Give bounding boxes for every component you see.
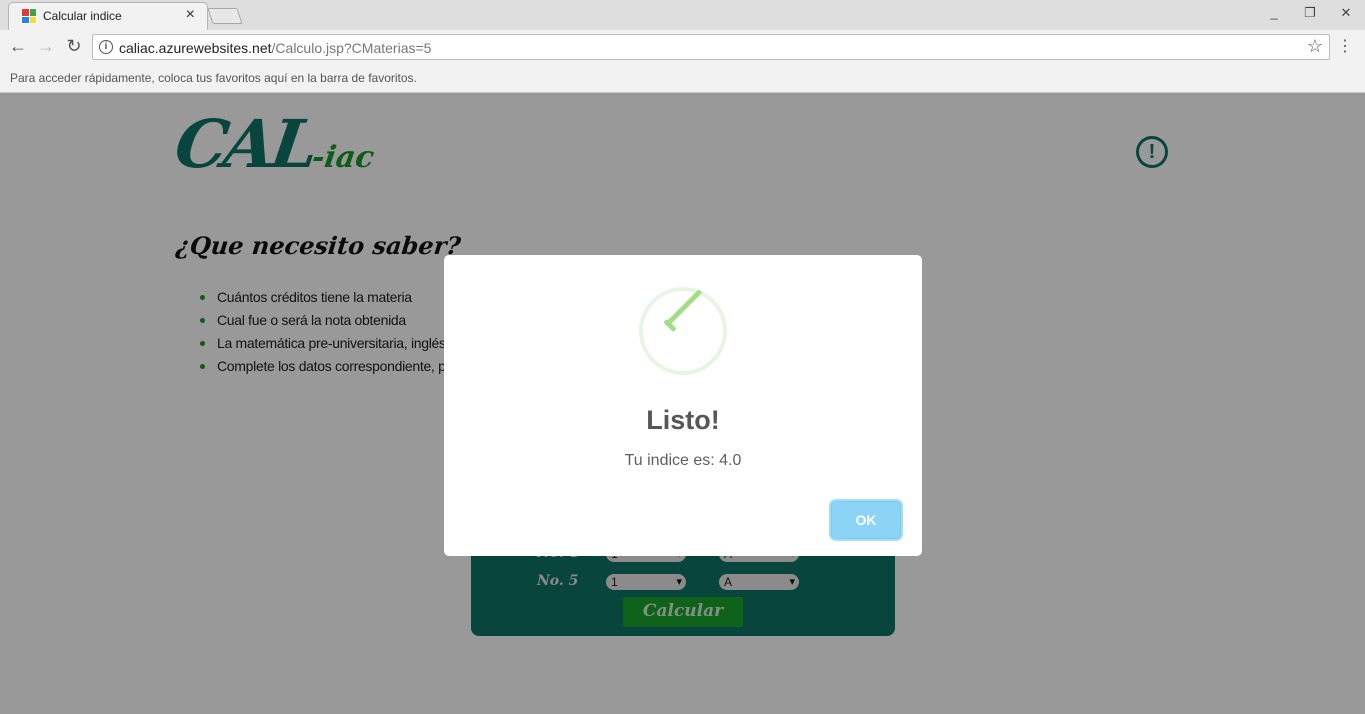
minimize-icon[interactable]: _ xyxy=(1267,5,1281,21)
site-favicon-icon xyxy=(21,8,37,24)
browser-menu-icon[interactable]: ⋮ xyxy=(1337,36,1353,56)
dialog-message: Tu indice es: 4.0 xyxy=(624,452,742,469)
window-controls: _ ❐ ✕ xyxy=(1267,5,1353,21)
url-text[interactable]: caliac.azurewebsites.net/Calculo.jsp?CMa… xyxy=(119,40,431,56)
address-bar[interactable]: i caliac.azurewebsites.net/Calculo.jsp?C… xyxy=(92,34,1330,60)
page-content: CAL-iac ! ¿Que necesito saber? Cuántos c… xyxy=(0,93,1365,714)
result-dialog: Listo! Tu indice es: 4.0 OK xyxy=(444,255,922,556)
restore-icon[interactable]: ❐ xyxy=(1303,5,1317,21)
tab-title: Calcular indice xyxy=(43,9,122,23)
close-tab-icon[interactable]: × xyxy=(186,6,195,24)
new-tab-button[interactable] xyxy=(207,8,243,24)
reload-icon[interactable]: ↻ xyxy=(64,36,84,57)
url-path: /Calculo.jsp?CMaterias=5 xyxy=(271,40,432,56)
forward-arrow-icon[interactable]: → xyxy=(36,36,56,57)
back-arrow-icon[interactable]: ← xyxy=(8,36,28,57)
bookmark-star-icon[interactable]: ☆ xyxy=(1307,36,1323,57)
close-window-icon[interactable]: ✕ xyxy=(1339,5,1353,21)
dialog-title: Listo! xyxy=(646,405,720,435)
url-host: caliac.azurewebsites.net xyxy=(119,40,272,56)
success-check-icon xyxy=(639,287,727,375)
browser-tab[interactable]: Calcular indice × xyxy=(8,2,208,31)
bookmarks-bar: Para acceder rápidamente, coloca tus fav… xyxy=(0,64,1365,93)
ok-button[interactable]: OK xyxy=(831,501,901,539)
browser-toolbar: ← → ↻ i caliac.azurewebsites.net/Calculo… xyxy=(0,30,1365,64)
info-icon[interactable]: i xyxy=(99,40,113,54)
bookmarks-hint: Para acceder rápidamente, coloca tus fav… xyxy=(10,71,417,85)
tab-strip: Calcular indice × _ ❐ ✕ xyxy=(0,0,1365,31)
